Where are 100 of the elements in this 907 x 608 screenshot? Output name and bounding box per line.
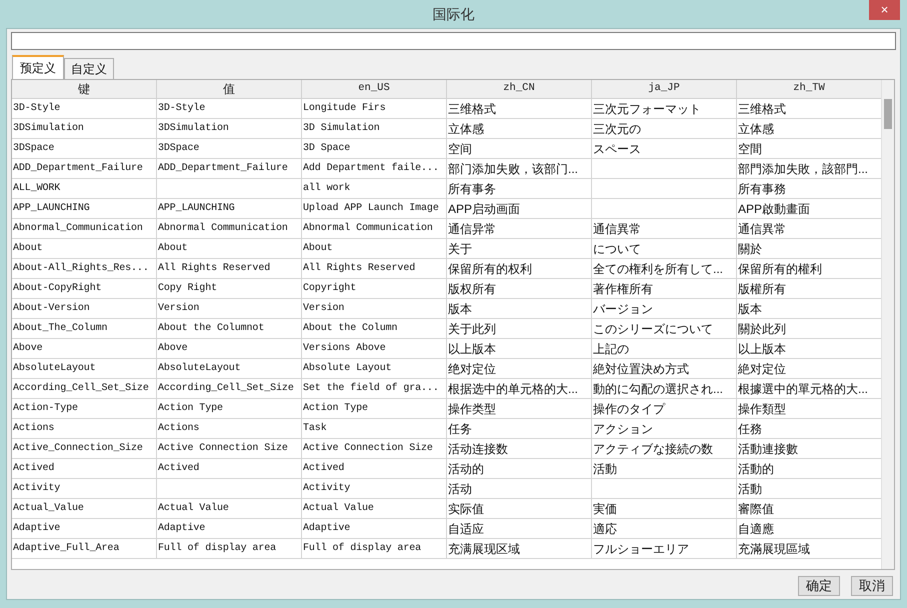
table-cell-text: ADD_Department_Failure [13,162,143,176]
table-cell-text: フルショーエリア [593,540,689,558]
table-cell-text: 実価 [593,500,617,518]
table-cell-text: Active_Connection_Size [13,442,143,456]
table-cell-text: 关于此列 [448,320,496,338]
table-cell-text: スペース [593,140,641,158]
table-cell-text: 实际值 [448,500,484,518]
table-cell-text: Adaptive [303,522,350,536]
table-cell-text: 根据选中的单元格的大... [448,380,578,398]
table-cell-text: 絶对定位 [738,360,786,378]
table-cell-text: Abnormal Communication [158,222,288,236]
table-cell-text: 根據選中的單元格的大... [738,380,868,398]
table-cell-text: Set the field of gra... [303,382,439,396]
table-cell-text: 3DSimulation [158,122,229,136]
table-cell-text: 上記の [593,340,629,358]
table-cell-text: Full of display area [158,542,276,556]
table-cell-text: 3D-Style [13,102,60,116]
table-cell-text: AbsoluteLayout [158,362,241,376]
table-cell-text: 版权所有 [448,280,496,298]
column-header: 值 [223,81,235,98]
table-cell-text: About-Version [13,302,90,316]
table-cell-text: 動的に勾配の選択され... [593,380,724,398]
table-cell-text: About-All_Rights_Res... [13,262,149,276]
table-cell-text: バージョン [593,300,653,318]
window-title: 国际化 [432,4,474,24]
table-cell-text: 版權所有 [738,280,786,298]
table-cell-text: Actived [158,462,200,476]
table-cell-text: Actions [158,422,200,436]
table-cell-text: 操作类型 [448,400,496,418]
table-cell-text: 所有事務 [738,180,786,198]
table-cell-text: 全ての権利を所有して... [593,260,724,278]
table-cell-text: 活動的 [738,460,774,478]
table-cell-text: 3D Simulation [303,122,380,136]
table-cell-text: 绝对定位 [448,360,496,378]
table-cell-text: 適応 [593,520,617,538]
dialog-button[interactable]: 取消 [851,576,893,596]
table-cell-text: 空間 [738,140,762,158]
table-cell-text: このシリーズについて [593,320,713,338]
table-cell-text: 任务 [448,420,472,438]
table-cell-text: All Rights Reserved [158,262,270,276]
table-cell-text: アクション [593,420,653,438]
scrollbar-thumb[interactable] [884,99,892,129]
table-cell-text: Actived [13,462,54,476]
table-cell-text: Actual Value [303,502,374,516]
table-cell-text: ADD_Department_Failure [158,162,288,176]
column-header: zh_CN [503,81,535,96]
close-button[interactable]: × [869,0,900,20]
table-cell-text: 三次元の [593,120,641,138]
table-cell-text: Actions [13,422,54,436]
table-cell-text: Longitude Firs [303,102,386,116]
table-cell-text: APP_LAUNCHING [158,202,235,216]
table-cell-text: 充满展现区域 [448,540,520,558]
table-cell-text: All Rights Reserved [303,262,416,276]
table-cell-text: 活動 [593,460,617,478]
column-header: zh_TW [793,81,825,96]
table-cell-text: 活动 [448,480,472,498]
table-cell-text: 版本 [448,300,472,318]
tab[interactable]: 自定义 [64,58,114,79]
table-cell-text: According_Cell_Set_Size [158,382,294,396]
table-cell-text: 三次元フォーマット [593,100,701,118]
tab[interactable]: 预定义 [12,55,64,79]
table-cell-text: 以上版本 [738,340,786,358]
table-cell-text: About [303,242,333,256]
table-cell-text: 所有事务 [448,180,496,198]
table-cell-text: Adaptive [158,522,206,536]
table-cell-text: 絶対位置決め方式 [593,360,689,378]
table-cell-text: 任務 [738,420,762,438]
table-cell-text: all work [303,182,350,196]
table-cell-text: Copyright [303,282,356,296]
table-cell-text: According_Cell_Set_Size [13,382,149,396]
search-field[interactable] [11,32,896,50]
table-cell-text: AbsoluteLayout [13,362,96,376]
table-cell-text: 3D Space [303,142,350,156]
table-cell-text: 操作のタイプ [593,400,665,418]
table-cell-text: About-CopyRight [13,282,102,296]
table-cell-text: Absolute Layout [303,362,392,376]
table-cell-text: 通信异常 [448,220,496,238]
table-cell-text: 通信異常 [738,220,786,238]
table-cell-text: About the Columnot [158,322,264,336]
table-cell-text: Add Department faile... [303,162,439,176]
dialog-button[interactable]: 确定 [798,576,840,596]
table-cell-text: Adaptive [13,522,60,536]
table-cell-text: Actual Value [158,502,229,516]
table-cell-text: 關於 [738,240,762,258]
table-cell-text: 充滿展現區域 [738,540,810,558]
table-cell-text: 自適應 [738,520,774,538]
table-cell-text: 活动的 [448,460,484,478]
table-cell-text: About [13,242,43,256]
scrollbar[interactable] [881,80,894,569]
table-cell-text: Versions Above [303,342,386,356]
table-cell-text: 活动连接数 [448,440,508,458]
table-cell-text: Adaptive_Full_Area [13,542,120,556]
table-cell-text: 关于 [448,240,472,258]
table-cell-text: 審際值 [738,500,774,518]
table-cell-text: Active Connection Size [158,442,288,456]
table-cell-text: 空间 [448,140,472,158]
table-cell-text: ALL_WORK [13,182,60,196]
table-cell-text: APP_LAUNCHING [13,202,90,216]
table-cell-text: 三维格式 [738,100,786,118]
table-cell-text: Actived [303,462,344,476]
